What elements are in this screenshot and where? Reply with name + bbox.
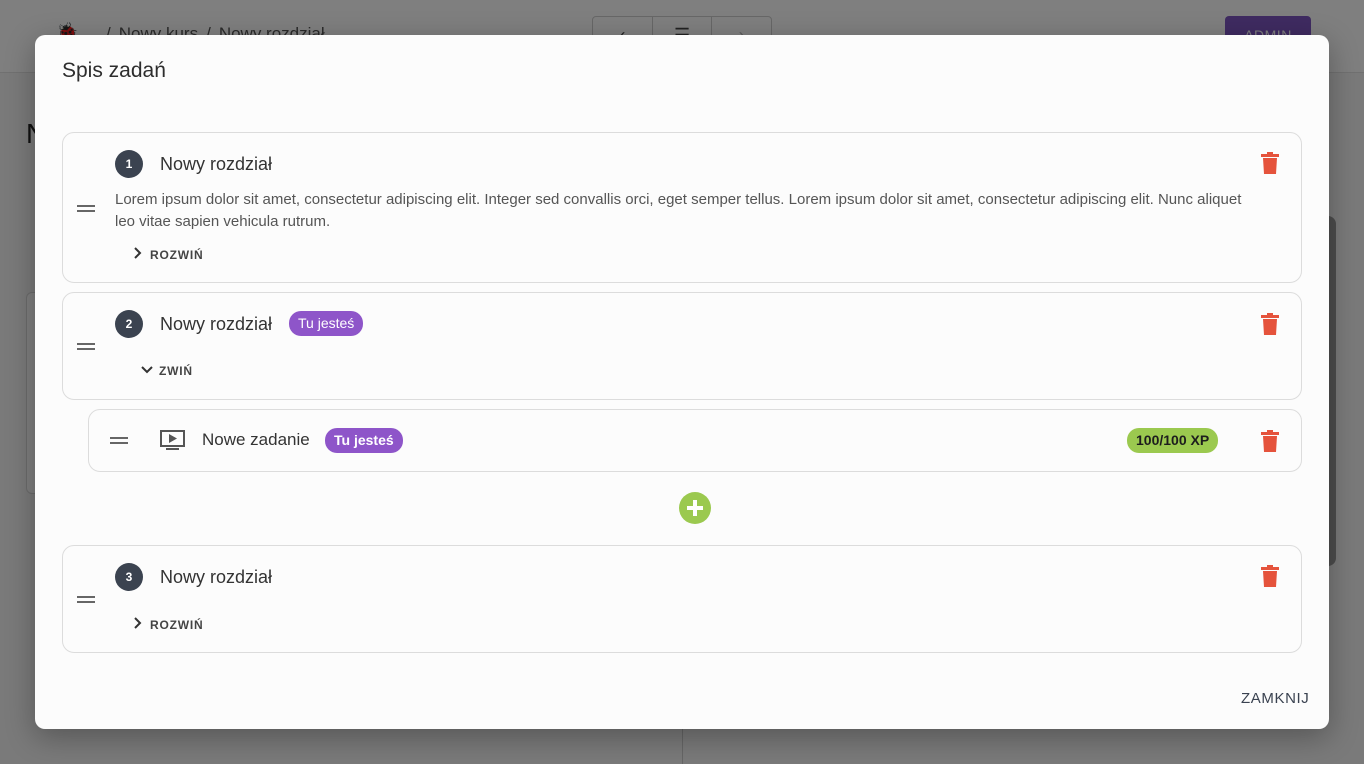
add-task-button[interactable] bbox=[679, 492, 711, 524]
delete-chapter-button[interactable] bbox=[1261, 565, 1279, 587]
expand-label: ROZWIŃ bbox=[150, 617, 204, 632]
collapse-label: ZWIŃ bbox=[159, 364, 193, 378]
chapter-card: 3 Nowy rozdział ROZWIŃ bbox=[62, 545, 1302, 653]
dialog-title: Spis zadań bbox=[62, 59, 166, 82]
chevron-right-icon bbox=[126, 616, 150, 633]
close-button[interactable]: ZAMKNIJ bbox=[1241, 690, 1309, 707]
chevron-down-icon bbox=[135, 364, 159, 378]
xp-badge: 100/100 XP bbox=[1127, 428, 1219, 453]
drag-handle-icon[interactable] bbox=[77, 343, 95, 351]
chapter-number: 3 bbox=[115, 563, 143, 591]
chapter-card: 1 Nowy rozdział Lorem ipsum dolor sit am… bbox=[62, 132, 1302, 283]
collapse-toggle[interactable]: ZWIŃ bbox=[135, 364, 193, 378]
current-position-badge: Tu jesteś bbox=[325, 428, 403, 453]
current-position-badge: Tu jesteś bbox=[289, 311, 364, 336]
delete-task-button[interactable] bbox=[1261, 430, 1279, 452]
chapter-title: Nowy rozdział bbox=[160, 567, 273, 587]
delete-chapter-button[interactable] bbox=[1261, 152, 1279, 174]
chapter-description: Lorem ipsum dolor sit amet, consectetur … bbox=[115, 191, 1242, 230]
chapter-number: 1 bbox=[115, 150, 143, 178]
chevron-right-icon bbox=[126, 246, 150, 263]
delete-chapter-button[interactable] bbox=[1261, 313, 1279, 335]
task-list-dialog: Spis zadań 1 Nowy rozdział Lorem ipsum d… bbox=[35, 35, 1329, 729]
chapter-card: 2 Nowy rozdział Tu jesteś ZWIŃ bbox=[62, 292, 1302, 400]
chapter-title: Nowy rozdział bbox=[160, 154, 273, 174]
video-play-icon bbox=[160, 430, 185, 450]
expand-label: ROZWIŃ bbox=[150, 247, 204, 262]
expand-toggle[interactable]: ROZWIŃ bbox=[126, 246, 203, 263]
drag-handle-icon[interactable] bbox=[77, 596, 95, 604]
drag-handle-icon[interactable] bbox=[110, 437, 128, 445]
expand-toggle[interactable]: ROZWIŃ bbox=[126, 616, 203, 633]
task-row[interactable]: Nowe zadanie Tu jesteś 100/100 XP bbox=[88, 409, 1302, 472]
task-title: Nowe zadanie bbox=[202, 430, 310, 449]
chapter-title: Nowy rozdział bbox=[160, 314, 273, 334]
drag-handle-icon[interactable] bbox=[77, 205, 95, 213]
chapter-number: 2 bbox=[115, 310, 143, 338]
